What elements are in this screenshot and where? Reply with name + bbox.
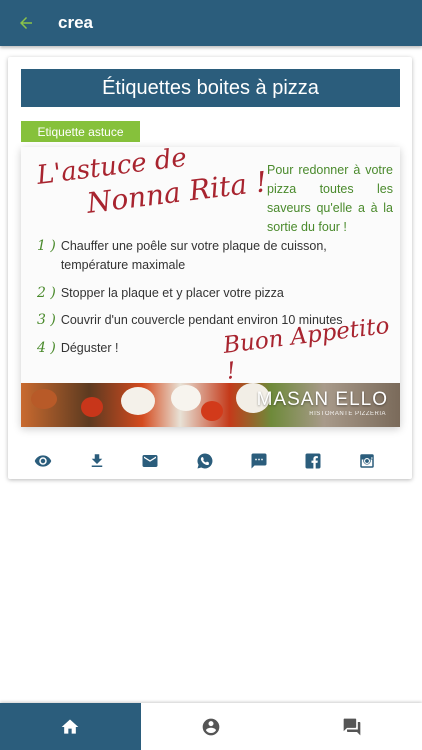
share-action-bar xyxy=(8,451,412,469)
app-screen: crea Étiquettes boites à pizza Etiquette… xyxy=(0,0,422,750)
facebook-button[interactable] xyxy=(303,451,323,471)
nav-home[interactable] xyxy=(0,703,141,750)
brand-logo-subtitle: RISTORANTE PIZZERIA xyxy=(309,411,386,417)
tip-step: 1 ) Chauffer une poêle sur votre plaque … xyxy=(37,237,377,275)
bottom-navigation xyxy=(0,703,422,750)
pizza-photo: MASAN ELLO RISTORANTE PIZZERIA xyxy=(21,383,400,427)
top-app-bar: crea xyxy=(0,0,422,46)
back-button[interactable] xyxy=(16,13,36,33)
tip-intro: Pour redonner à votre pizza toutes les s… xyxy=(267,163,393,234)
step-text: Déguster ! xyxy=(60,341,119,355)
sms-button[interactable] xyxy=(249,451,269,471)
nav-messages[interactable] xyxy=(281,703,422,750)
arrow-left-icon xyxy=(20,17,32,29)
email-button[interactable] xyxy=(140,451,160,471)
whatsapp-icon xyxy=(197,453,213,469)
view-button[interactable] xyxy=(33,451,53,471)
step-text: Stopper la plaque et y placer votre pizz… xyxy=(60,286,284,300)
whatsapp-button[interactable] xyxy=(195,451,215,471)
tip-step: 4 ) Déguster ! xyxy=(37,339,237,358)
step-number: 3 ) xyxy=(37,312,56,328)
tip-step: 2 ) Stopper la plaque et y placer votre … xyxy=(37,284,377,303)
step-number: 4 ) xyxy=(37,340,56,356)
email-icon xyxy=(142,455,158,467)
category-tag: Etiquette astuce xyxy=(21,121,140,142)
step-text: Chauffer une poêle sur votre plaque de c… xyxy=(60,239,327,272)
label-card: Étiquettes boites à pizza Etiquette astu… xyxy=(8,57,412,479)
app-title: crea xyxy=(58,13,93,32)
eye-icon xyxy=(34,455,52,467)
label-preview-image[interactable]: L'astuce de Nonna Rita ! Pour redonner à… xyxy=(21,147,400,427)
step-number: 1 ) xyxy=(37,238,56,254)
instagram-icon xyxy=(360,454,374,468)
messages-icon xyxy=(343,718,361,735)
instagram-button[interactable] xyxy=(357,451,377,471)
download-icon xyxy=(91,454,103,467)
download-button[interactable] xyxy=(87,451,107,471)
step-number: 2 ) xyxy=(37,285,56,301)
card-title: Étiquettes boites à pizza xyxy=(21,69,400,107)
nav-account[interactable] xyxy=(140,703,282,750)
brand-logo-text: MASAN ELLO xyxy=(256,389,388,410)
home-icon xyxy=(61,719,79,734)
sms-icon xyxy=(251,453,267,469)
facebook-icon xyxy=(305,453,321,469)
account-icon xyxy=(202,718,220,735)
